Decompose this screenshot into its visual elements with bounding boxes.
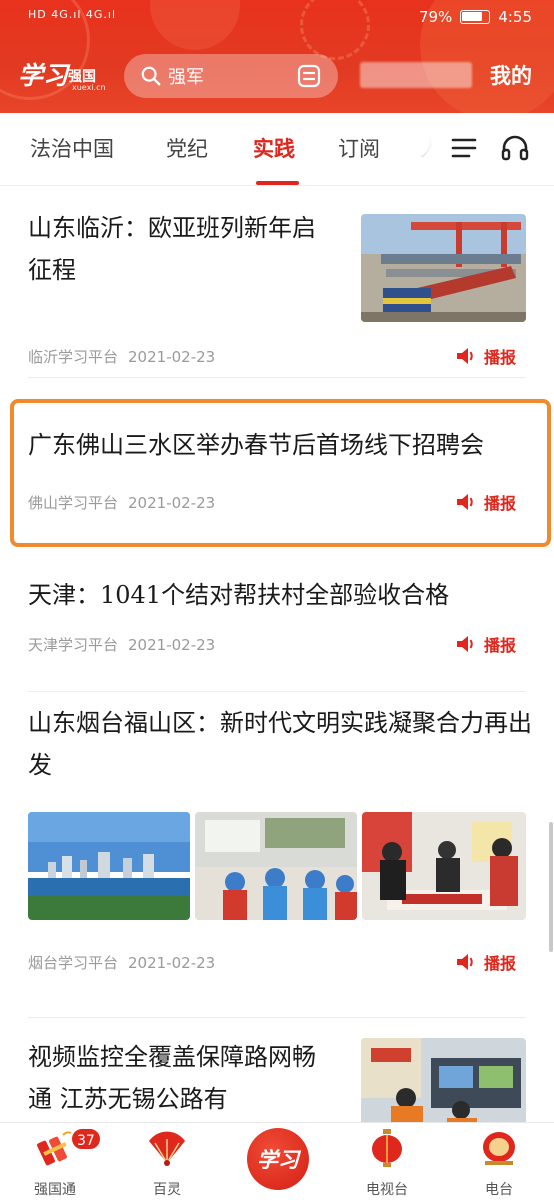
status-bar: HD 4G.ıl 4G.ıl 79% 4:55	[0, 0, 554, 38]
network-indicators: HD 4G.ıl 4G.ıl	[28, 8, 116, 21]
nav-label: 强国通	[34, 1182, 76, 1198]
news-item[interactable]: 视频监控全覆盖保障路网畅通 江苏无锡公路有	[0, 1026, 554, 1122]
headphones-icon[interactable]	[500, 134, 530, 162]
nav-label: 电视台	[366, 1182, 408, 1198]
search-icon	[141, 66, 161, 86]
tab-shijian[interactable]: 实践	[253, 133, 295, 163]
broadcast-button[interactable]: 播报	[456, 950, 516, 974]
menu-icon[interactable]	[451, 136, 477, 160]
news-title[interactable]: 天津：1041个结对帮扶村全部验收合格	[28, 574, 533, 616]
news-title[interactable]: 视频监控全覆盖保障路网畅通 江苏无锡公路有	[28, 1036, 318, 1120]
tab-fade	[408, 113, 444, 185]
news-thumbnail[interactable]	[361, 214, 526, 322]
logo-domain: xuexi.cn	[72, 83, 106, 92]
news-meta: 天津学习平台 2021-02-23	[28, 634, 215, 655]
scrollbar[interactable]	[549, 822, 553, 952]
news-image-3[interactable]	[362, 812, 526, 920]
news-feed: 山东临沂：欧亚班列新年启征程 临沂学习平台 2021-02-23 播报 广东佛山…	[0, 186, 554, 1122]
news-meta: 临沂学习平台 2021-02-23	[28, 346, 215, 367]
tab-fazhi[interactable]: 法治中国	[30, 133, 114, 163]
nav-dianshitai[interactable]: 电视台	[342, 1127, 432, 1199]
nav-bailing[interactable]: 百灵	[122, 1127, 212, 1199]
search-bar[interactable]: 强军	[124, 54, 338, 98]
scan-icon[interactable]	[296, 63, 322, 89]
app-logo[interactable]: 学习 强国 xuexi.cn	[18, 56, 108, 96]
broadcast-label: 播报	[483, 636, 516, 655]
selection-highlight	[10, 399, 551, 547]
news-source: 临沂学习平台	[28, 348, 119, 366]
battery-icon	[460, 10, 491, 24]
tab-dingyue[interactable]: 订阅	[338, 133, 380, 163]
news-title[interactable]: 山东临沂：欧亚班列新年启征程	[28, 207, 328, 291]
logo-script: 学习	[18, 61, 69, 90]
speaker-icon	[456, 348, 473, 364]
divider	[28, 1017, 526, 1018]
broadcast-button[interactable]: 播报	[456, 344, 516, 368]
nav-label: 百灵	[153, 1182, 181, 1198]
broadcast-button[interactable]: 播报	[456, 632, 516, 656]
news-item[interactable]: 山东烟台福山区：新时代文明实践凝聚合力再出发 烟台学习平台 2021-02-23…	[0, 692, 554, 1026]
notification-badge: 37	[70, 1127, 102, 1151]
news-source: 烟台学习平台	[28, 954, 119, 972]
speaker-icon	[456, 954, 473, 970]
broadcast-label: 播报	[483, 954, 516, 973]
news-item[interactable]: 山东临沂：欧亚班列新年启征程 临沂学习平台 2021-02-23 播报	[0, 186, 554, 378]
lantern-icon	[372, 1129, 402, 1167]
news-meta: 烟台学习平台 2021-02-23	[28, 952, 215, 973]
clock: 4:55	[498, 8, 532, 26]
fan-icon	[149, 1131, 185, 1166]
search-input[interactable]: 强军	[168, 63, 296, 89]
battery-percent: 79%	[418, 8, 453, 26]
center-study-button[interactable]: 学习	[247, 1128, 309, 1190]
speaker-icon	[456, 636, 473, 652]
news-source: 天津学习平台	[28, 636, 119, 654]
news-date: 2021-02-23	[128, 348, 216, 366]
broadcast-label: 播报	[483, 348, 516, 367]
user-name-blurred	[360, 62, 472, 88]
news-date: 2021-02-23	[128, 954, 216, 972]
news-thumbnail[interactable]	[361, 1038, 526, 1122]
drum-icon	[483, 1132, 515, 1165]
mine-button[interactable]: 我的	[490, 60, 532, 90]
tab-dangji[interactable]: 党纪	[166, 133, 208, 163]
news-date: 2021-02-23	[128, 636, 216, 654]
nav-label: 电台	[485, 1182, 513, 1198]
news-image-2[interactable]	[195, 812, 357, 920]
news-image-1[interactable]	[28, 812, 190, 920]
active-tab-indicator	[256, 181, 299, 185]
news-item[interactable]: 天津：1041个结对帮扶村全部验收合格 天津学习平台 2021-02-23 播报	[0, 562, 554, 692]
news-title[interactable]: 山东烟台福山区：新时代文明实践凝聚合力再出发	[28, 702, 533, 786]
app-header: HD 4G.ıl 4G.ıl 79% 4:55 学习 强国 xuexi.cn 强…	[0, 0, 554, 113]
nav-diantai[interactable]: 电台	[454, 1127, 544, 1199]
